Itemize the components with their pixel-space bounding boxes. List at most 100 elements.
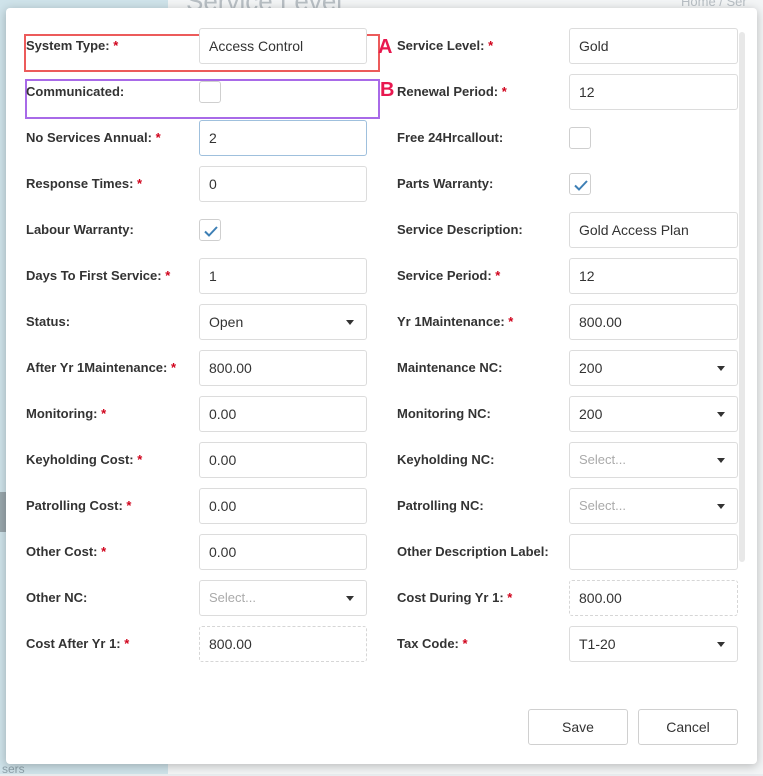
yr1-maintenance-input[interactable]: 800.00 (569, 304, 738, 340)
monitoring-label: Monitoring: * (26, 406, 106, 422)
tax-code-label-text: Tax Code: (397, 636, 459, 651)
communicated-checkbox[interactable] (199, 81, 221, 103)
no-services-annual-label-text: No Services Annual: (26, 130, 152, 145)
other-cost-value: 0.00 (209, 544, 237, 560)
chevron-down-icon (717, 642, 725, 647)
response-times-label: Response Times: * (26, 176, 142, 192)
free-24hr-callout-label-text: Free 24Hrcallout: (397, 130, 504, 145)
service-period-value: 12 (579, 268, 595, 284)
free-24hr-callout-checkbox[interactable] (569, 127, 591, 149)
required-marker: * (503, 590, 513, 605)
response-times-label-text: Response Times: (26, 176, 134, 191)
other-description-label-input[interactable] (569, 534, 738, 570)
required-marker: * (97, 544, 107, 559)
renewal-period-label: Renewal Period: * (397, 84, 507, 100)
days-to-first-service-input[interactable]: 1 (199, 258, 367, 294)
monitoring-nc-selected-value: 200 (579, 406, 603, 422)
monitoring-nc-label-text: Monitoring NC: (397, 406, 491, 421)
required-marker: * (484, 38, 494, 53)
checkmark-icon (204, 226, 218, 237)
service-description-value: Gold Access Plan (579, 222, 689, 238)
service-level-value: Gold (579, 38, 609, 54)
yr1-maintenance-value: 800.00 (579, 314, 622, 330)
other-cost-input[interactable]: 0.00 (199, 534, 367, 570)
renewal-period-value: 12 (579, 84, 595, 100)
labour-warranty-label-text: Labour Warranty: (26, 222, 134, 237)
tax-code-select[interactable]: T1-20 (569, 626, 738, 662)
cost-during-yr1-readonly-field: 800.00 (569, 580, 738, 616)
response-times-input[interactable]: 0 (199, 166, 367, 202)
maintenance-nc-select[interactable]: 200 (569, 350, 738, 386)
renewal-period-input[interactable]: 12 (569, 74, 738, 110)
service-level-label-text: Service Level: (397, 38, 485, 53)
checkmark-icon (574, 180, 588, 191)
cancel-button[interactable]: Cancel (638, 709, 738, 745)
patrolling-cost-label: Patrolling Cost: * (26, 498, 131, 514)
after-yr1-maintenance-label: After Yr 1Maintenance: * (26, 360, 176, 376)
chevron-down-icon (717, 412, 725, 417)
keyholding-nc-label: Keyholding NC: (397, 452, 495, 468)
other-cost-label-text: Other Cost: (26, 544, 98, 559)
keyholding-nc-label-text: Keyholding NC: (397, 452, 495, 467)
service-level-label: Service Level: * (397, 38, 493, 54)
labour-warranty-label: Labour Warranty: (26, 222, 134, 238)
annotation-label-a: A (378, 36, 393, 58)
annotation-label-b: B (380, 79, 395, 101)
yr1-maintenance-label: Yr 1Maintenance: * (397, 314, 513, 330)
after-yr1-maintenance-label-text: After Yr 1Maintenance: (26, 360, 168, 375)
cost-during-yr1-value: 800.00 (579, 590, 622, 606)
required-marker: * (151, 130, 161, 145)
days-to-first-service-value: 1 (209, 268, 217, 284)
keyholding-nc-select[interactable]: Select... (569, 442, 738, 478)
required-marker: * (133, 452, 143, 467)
maintenance-nc-label: Maintenance NC: (397, 360, 502, 376)
cost-during-yr1-label: Cost During Yr 1: * (397, 590, 512, 606)
keyholding-nc-placeholder: Select... (579, 452, 626, 467)
free-24hr-callout-label: Free 24Hrcallout: (397, 130, 503, 146)
chevron-down-icon (346, 596, 354, 601)
save-button[interactable]: Save (528, 709, 628, 745)
required-marker: * (120, 636, 130, 651)
patrolling-cost-input[interactable]: 0.00 (199, 488, 367, 524)
service-level-input[interactable]: Gold (569, 28, 738, 64)
parts-warranty-label: Parts Warranty: (397, 176, 493, 192)
modal-scrollbar[interactable] (739, 32, 745, 562)
monitoring-input[interactable]: 0.00 (199, 396, 367, 432)
service-description-label: Service Description: (397, 222, 523, 238)
monitoring-nc-select[interactable]: 200 (569, 396, 738, 432)
other-cost-label: Other Cost: * (26, 544, 106, 560)
required-marker: * (133, 176, 143, 191)
cost-after-yr1-label-text: Cost After Yr 1: (26, 636, 121, 651)
other-description-label-label: Other Description Label: (397, 544, 549, 560)
status-selected-value: Open (209, 314, 244, 330)
cost-during-yr1-label-text: Cost During Yr 1: (397, 590, 504, 605)
patrolling-nc-select[interactable]: Select... (569, 488, 738, 524)
keyholding-cost-value: 0.00 (209, 452, 237, 468)
no-services-annual-input[interactable]: 2 (199, 120, 367, 156)
service-period-label-text: Service Period: (397, 268, 492, 283)
keyholding-cost-input[interactable]: 0.00 (199, 442, 367, 478)
service-period-input[interactable]: 12 (569, 258, 738, 294)
labour-warranty-checkbox[interactable] (199, 219, 221, 241)
chevron-down-icon (717, 366, 725, 371)
service-level-modal: A B System Type: * Access Control Communic… (6, 8, 757, 764)
tax-code-selected-value: T1-20 (579, 636, 616, 652)
parts-warranty-checkbox[interactable] (569, 173, 591, 195)
other-nc-label-text: Other NC: (26, 590, 88, 605)
status-select[interactable]: Open (199, 304, 367, 340)
after-yr1-maintenance-input[interactable]: 800.00 (199, 350, 367, 386)
monitoring-value: 0.00 (209, 406, 237, 422)
service-description-input[interactable]: Gold Access Plan (569, 212, 738, 248)
service-description-label-text: Service Description: (397, 222, 523, 237)
renewal-period-label-text: Renewal Period: (397, 84, 499, 99)
required-marker: * (458, 636, 468, 651)
chevron-down-icon (346, 320, 354, 325)
patrolling-nc-label-text: Patrolling NC: (397, 498, 484, 513)
system-type-value: Access Control (209, 38, 304, 54)
system-type-label-text: System Type: (26, 38, 110, 53)
system-type-input[interactable]: Access Control (199, 28, 367, 64)
patrolling-nc-label: Patrolling NC: (397, 498, 484, 514)
other-nc-select[interactable]: Select... (199, 580, 367, 616)
keyholding-cost-label: Keyholding Cost: * (26, 452, 142, 468)
monitoring-nc-label: Monitoring NC: (397, 406, 491, 422)
